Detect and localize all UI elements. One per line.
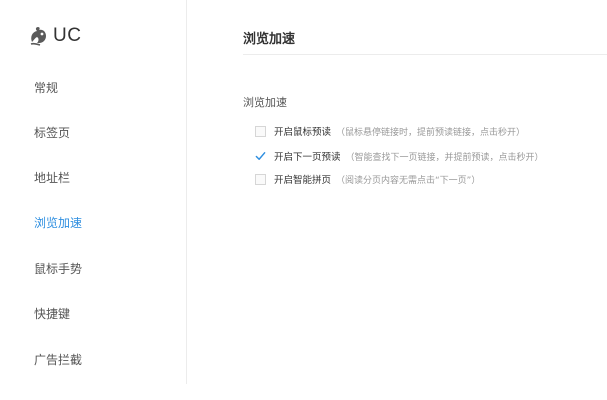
- page-title: 浏览加速: [243, 32, 296, 47]
- section-label: 浏览加速: [243, 96, 287, 109]
- title-divider: [243, 54, 607, 55]
- settings-content: 浏览加速 浏览加速 开启鼠标预读 （鼠标悬停链接时，提前预读链接，点击秒开） 开…: [187, 0, 607, 400]
- logo-text: UC: [53, 25, 82, 46]
- sidebar-item-address-bar[interactable]: 地址栏: [34, 170, 70, 186]
- option-description: （智能查找下一页链接，并提前预读，点击秒开）: [345, 152, 544, 163]
- option-smart-page-merge: 开启智能拼页 （阅读分页内容无需点击“下一页”）: [255, 172, 480, 186]
- sidebar-item-browse-acceleration[interactable]: 浏览加速: [34, 215, 82, 231]
- option-label[interactable]: 开启智能拼页: [274, 172, 331, 186]
- smart-page-merge-checkbox[interactable]: [255, 173, 266, 185]
- next-page-preload-checkbox[interactable]: [255, 151, 266, 162]
- checkmark-icon: [255, 151, 266, 160]
- sidebar-item-ad-block[interactable]: 广告拦截: [34, 352, 82, 368]
- squirrel-logo-icon: [28, 25, 50, 47]
- option-mouse-preload: 开启鼠标预读 （鼠标悬停链接时，提前预读链接，点击秒开）: [255, 124, 525, 138]
- settings-sidebar: UC 常规 标签页 地址栏 浏览加速 鼠标手势 快捷键 广告拦截: [0, 0, 187, 384]
- uc-logo: UC: [28, 24, 81, 48]
- option-description: （阅读分页内容无需点击“下一页”）: [336, 175, 481, 186]
- mouse-preload-checkbox[interactable]: [255, 125, 266, 137]
- option-next-page-preload: 开启下一页预读 （智能查找下一页链接，并提前预读，点击秒开）: [255, 149, 544, 163]
- option-description: （鼠标悬停链接时，提前预读链接，点击秒开）: [336, 127, 526, 138]
- sidebar-item-tabs[interactable]: 标签页: [34, 125, 70, 141]
- option-label[interactable]: 开启鼠标预读: [274, 124, 331, 138]
- sidebar-item-mouse-gestures[interactable]: 鼠标手势: [34, 261, 82, 277]
- sidebar-item-general[interactable]: 常规: [34, 80, 58, 96]
- sidebar-item-shortcuts[interactable]: 快捷键: [34, 306, 70, 322]
- option-label[interactable]: 开启下一页预读: [274, 149, 341, 163]
